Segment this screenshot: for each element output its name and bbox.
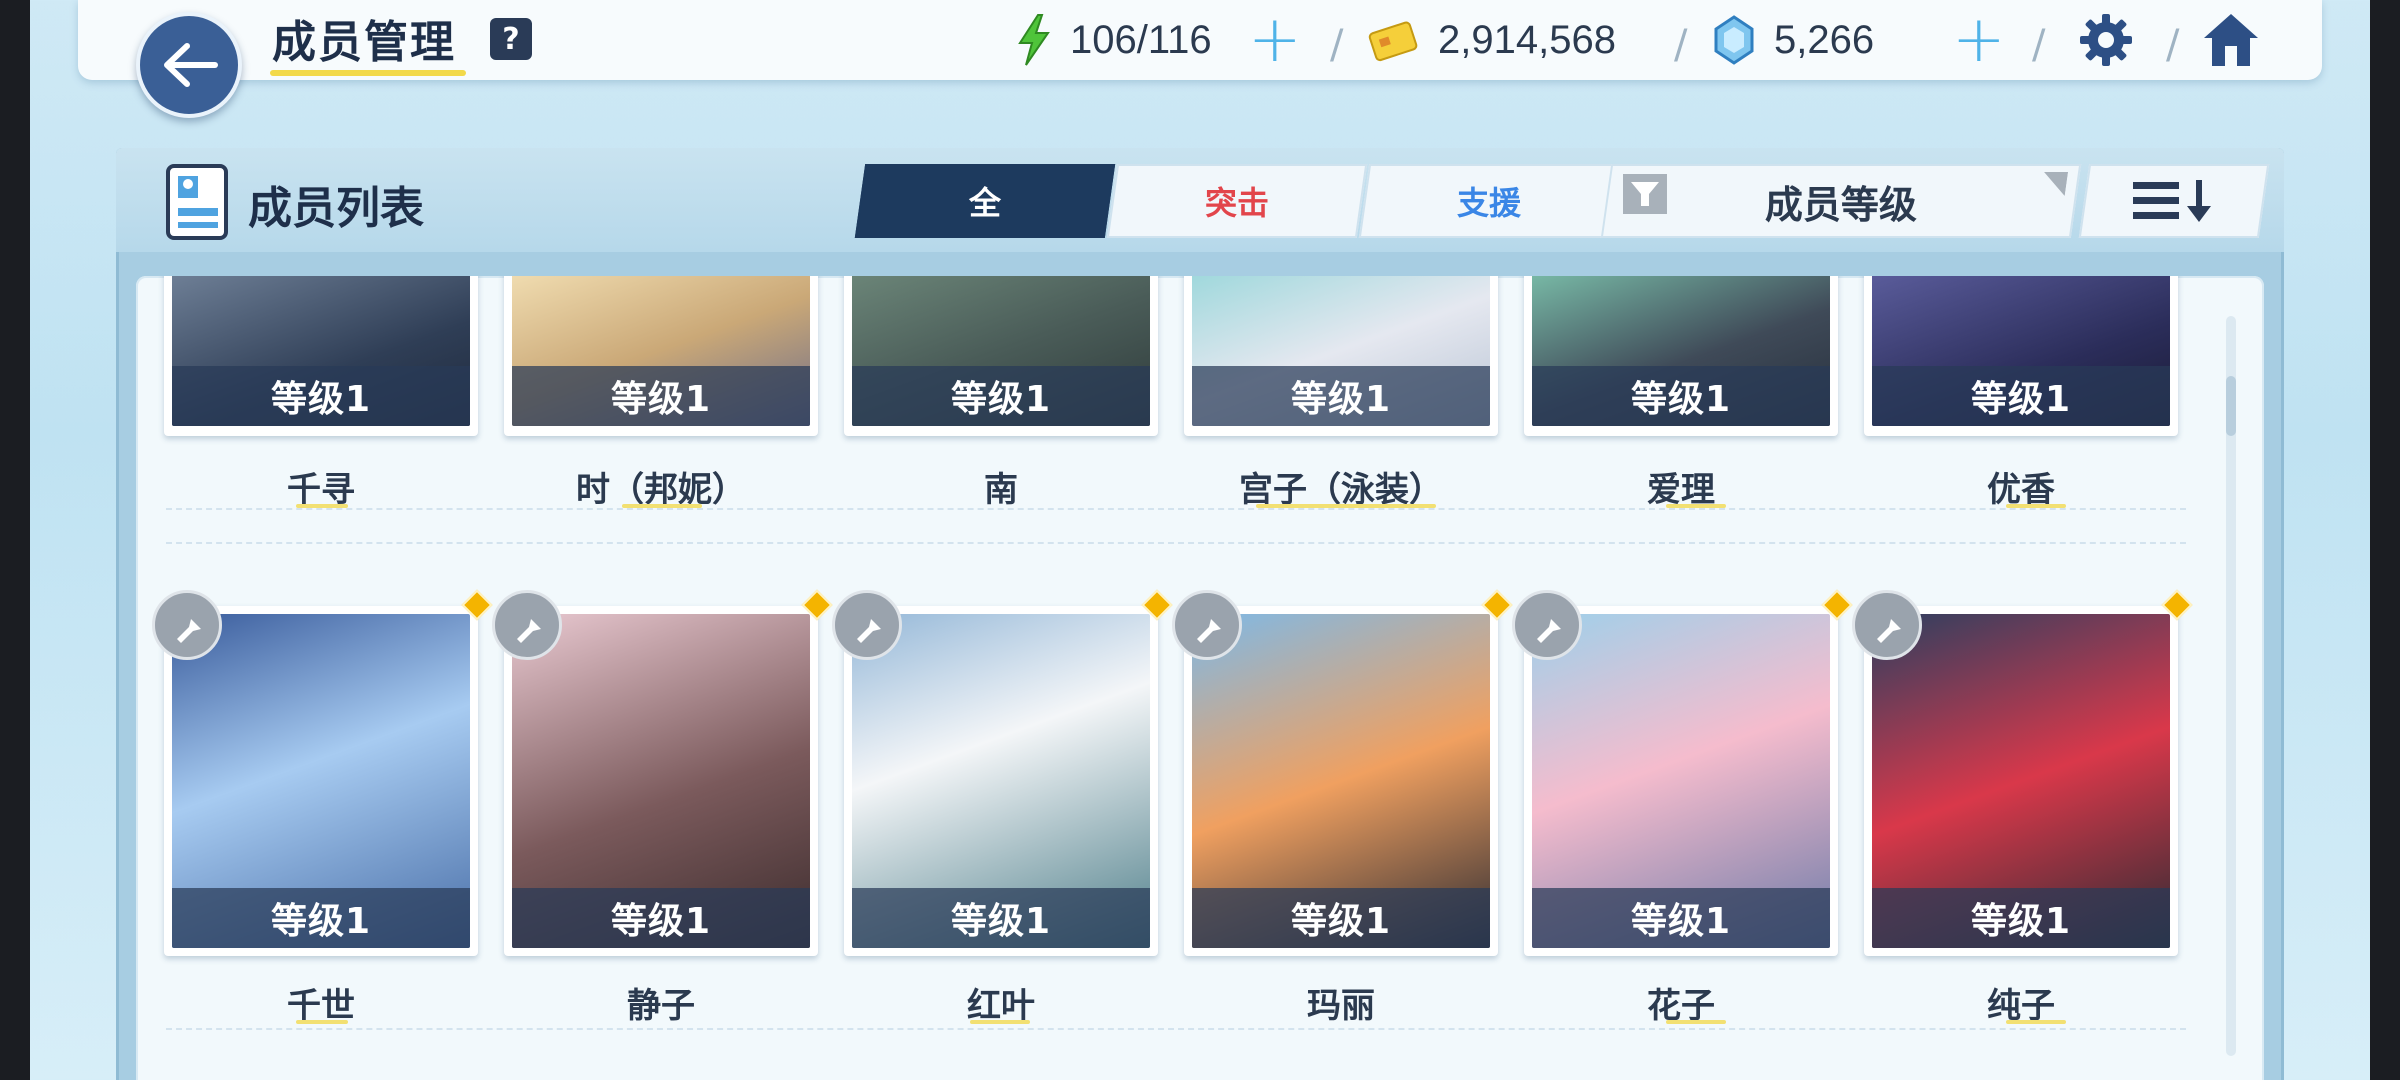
row-divider bbox=[166, 542, 2186, 544]
tab-striker[interactable]: 突击 bbox=[1106, 164, 1368, 238]
ap-value: 106/116 bbox=[1070, 17, 1212, 62]
plus-icon: + bbox=[1248, 3, 1302, 77]
ap-resource: 106/116 bbox=[1016, 0, 1212, 80]
scrollbar-thumb[interactable] bbox=[2226, 376, 2236, 436]
member-name: 玛丽 bbox=[1307, 986, 1375, 1026]
separator: / bbox=[1674, 22, 1688, 68]
member-card-icon bbox=[166, 164, 228, 240]
gear-icon bbox=[2080, 14, 2132, 66]
gems-value: 5,266 bbox=[1774, 17, 1875, 62]
screen-edge-right bbox=[2370, 0, 2400, 1080]
pin-icon bbox=[1537, 611, 1561, 643]
level-label: 等级1 bbox=[172, 366, 470, 426]
pin-button[interactable] bbox=[152, 590, 222, 660]
level-label: 等级1 bbox=[172, 888, 470, 948]
row-divider bbox=[166, 508, 2186, 510]
lightning-icon bbox=[1018, 14, 1050, 66]
gem-icon bbox=[1714, 15, 1754, 65]
pin-button[interactable] bbox=[1172, 590, 1242, 660]
tab-label: 全 bbox=[968, 184, 1001, 222]
member-portrait: 等级1 bbox=[512, 276, 810, 426]
level-label: 等级1 bbox=[1872, 888, 2170, 948]
pin-button[interactable] bbox=[1512, 590, 1582, 660]
credit-card-icon bbox=[1368, 21, 1418, 62]
level-label: 等级1 bbox=[1532, 366, 1830, 426]
level-label: 等级1 bbox=[512, 366, 810, 426]
ap-add-button[interactable]: + bbox=[1248, 0, 1302, 80]
pin-icon bbox=[517, 611, 541, 643]
row-divider bbox=[166, 1028, 2186, 1030]
gems-add-button[interactable]: + bbox=[1952, 0, 2006, 80]
level-label: 等级1 bbox=[512, 888, 810, 948]
member-portrait: 等级1 bbox=[1192, 614, 1490, 948]
member-portrait: 等级1 bbox=[172, 276, 470, 426]
list-title: 成员列表 bbox=[248, 183, 424, 234]
tab-all[interactable]: 全 bbox=[854, 164, 1116, 238]
name-underline bbox=[2006, 1020, 2066, 1024]
level-label: 等级1 bbox=[1192, 366, 1490, 426]
name-underline bbox=[970, 1020, 1030, 1024]
member-portrait: 等级1 bbox=[1532, 276, 1830, 426]
corner-triangle-icon bbox=[2044, 172, 2069, 196]
sort-descending-icon bbox=[2133, 180, 2211, 222]
page-title: 成员管理 bbox=[272, 17, 456, 68]
gems-resource: 5,266 bbox=[1712, 0, 1874, 80]
credits-value: 2,914,568 bbox=[1438, 17, 1616, 62]
back-button[interactable] bbox=[136, 12, 242, 118]
name-underline bbox=[296, 1020, 348, 1024]
pin-icon bbox=[177, 611, 201, 643]
level-label: 等级1 bbox=[1532, 888, 1830, 948]
filter-tabs: 全 突击 支援 bbox=[854, 164, 1620, 238]
pin-icon bbox=[1877, 611, 1901, 643]
level-label: 等级1 bbox=[852, 888, 1150, 948]
tab-label: 支援 bbox=[1456, 184, 1521, 222]
credits-resource: 2,914,568 bbox=[1368, 0, 1616, 80]
member-name: 南 bbox=[984, 470, 1018, 510]
help-button[interactable]: ? bbox=[490, 18, 532, 60]
separator: / bbox=[1330, 22, 1344, 68]
member-name: 静子 bbox=[627, 986, 695, 1026]
home-icon bbox=[2204, 14, 2258, 66]
member-portrait: 等级1 bbox=[172, 614, 470, 948]
member-portrait: 等级1 bbox=[512, 614, 810, 948]
home-button[interactable] bbox=[2200, 0, 2262, 80]
name-underline bbox=[1666, 1020, 1726, 1024]
pin-button[interactable] bbox=[832, 590, 902, 660]
plus-icon: + bbox=[1952, 3, 2006, 77]
separator: / bbox=[2032, 22, 2046, 68]
member-portrait: 等级1 bbox=[1872, 614, 2170, 948]
pin-icon bbox=[857, 611, 881, 643]
tab-label: 突击 bbox=[1204, 184, 1269, 222]
member-portrait: 等级1 bbox=[1192, 276, 1490, 426]
settings-button[interactable] bbox=[2076, 0, 2136, 80]
level-label: 等级1 bbox=[1872, 366, 2170, 426]
arrow-left-icon bbox=[164, 43, 218, 87]
level-label: 等级1 bbox=[852, 366, 1150, 426]
member-grid[interactable]: 等级1 等级1 等级1 等级1 等级1 等级1 千寻 时（邦妮） 南 宫子（泳装… bbox=[136, 276, 2264, 1080]
filter-icon bbox=[1622, 174, 1667, 214]
member-portrait: 等级1 bbox=[852, 276, 1150, 426]
title-underline bbox=[270, 70, 466, 76]
screen-edge-left bbox=[0, 0, 30, 1080]
member-portrait: 等级1 bbox=[1872, 276, 2170, 426]
sort-dropdown[interactable]: 成员等级 bbox=[1600, 164, 2082, 238]
member-list-panel: 成员列表 全 突击 支援 成员等级 等级1 等级1 等级1 等级1 等级1 等级… bbox=[116, 148, 2284, 1080]
level-label: 等级1 bbox=[1192, 888, 1490, 948]
member-portrait: 等级1 bbox=[1532, 614, 1830, 948]
pin-icon bbox=[1197, 611, 1221, 643]
scrollbar[interactable] bbox=[2226, 316, 2236, 1056]
tab-special[interactable]: 支援 bbox=[1358, 164, 1620, 238]
member-portrait: 等级1 bbox=[852, 614, 1150, 948]
pin-button[interactable] bbox=[1852, 590, 1922, 660]
sort-order-button[interactable] bbox=[2078, 164, 2270, 238]
sort-label: 成员等级 bbox=[1764, 182, 1917, 227]
separator: / bbox=[2166, 22, 2180, 68]
pin-button[interactable] bbox=[492, 590, 562, 660]
